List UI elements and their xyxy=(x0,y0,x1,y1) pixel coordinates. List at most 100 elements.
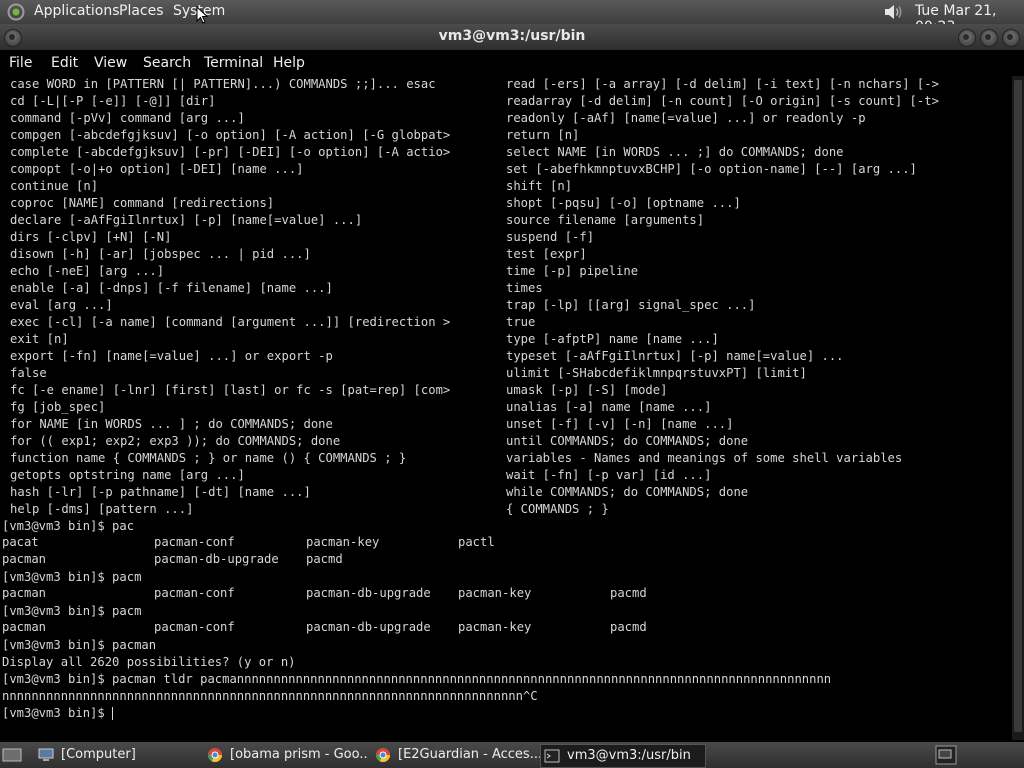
wrapped-line: nnnnnnnnnnnnnnnnnnnnnnnnnnnnnnnnnnnnnnnn… xyxy=(2,689,538,703)
completion-item: pacmd xyxy=(610,620,647,634)
completion-row: pacman pacman-conf pacman-db-upgrade pac… xyxy=(2,620,1010,637)
help-entry: test [expr] xyxy=(506,247,587,261)
prompt-line: [vm3@vm3 bin]$ pac xyxy=(2,519,135,533)
menu-applications[interactable]: Applications xyxy=(34,3,120,19)
help-entry: export [-fn] [name[=value] ...] or expor… xyxy=(10,349,333,363)
completion-item: pacmd xyxy=(306,552,343,566)
help-entry: dirs [-clpv] [+N] [-N] xyxy=(10,230,172,244)
help-entry: for (( exp1; exp2; exp3 )); do COMMANDS;… xyxy=(10,434,341,448)
completion-question: Display all 2620 possibilities? (y or n) xyxy=(2,655,296,669)
completion-row: pacman pacman-conf pacman-db-upgrade pac… xyxy=(2,586,1010,603)
help-entry: typeset [-aAfFgiIlnrtux] [-p] name[=valu… xyxy=(506,349,844,363)
help-entry: unalias [-a] name [name ...] xyxy=(506,400,712,414)
menu-places[interactable]: Places xyxy=(119,3,164,19)
help-entry: set [-abefhkmnptuvxBCHP] [-o option-name… xyxy=(506,162,917,176)
help-entry: shift [n] xyxy=(506,179,573,193)
menu-search[interactable]: Search xyxy=(143,55,191,71)
help-entry: suspend [-f] xyxy=(506,230,595,244)
help-entry: false xyxy=(10,366,47,380)
completion-item: pacat xyxy=(2,535,39,549)
help-entry: fc [-e ename] [-lnr] [first] [last] or f… xyxy=(10,383,451,397)
completion-item: pacman xyxy=(2,552,47,566)
help-entry: umask [-p] [-S] [mode] xyxy=(506,383,668,397)
help-entry: variables - Names and meanings of some s… xyxy=(506,451,903,465)
task-terminal[interactable]: vm3@vm3:/usr/bin xyxy=(540,744,706,768)
help-entry: readonly [-aAf] [name[=value] ...] or re… xyxy=(506,111,866,125)
scrollbar-thumb[interactable] xyxy=(1014,80,1022,732)
computer-icon xyxy=(38,748,54,761)
task-chrome-obama[interactable]: [obama prism - Goo... xyxy=(207,744,367,766)
completion-item: pactl xyxy=(458,535,495,549)
maximize-button[interactable] xyxy=(980,29,998,47)
minimize-button[interactable] xyxy=(958,29,976,47)
task-computer[interactable]: [Computer] xyxy=(38,744,188,766)
bottom-taskbar: [Computer] [obama prism - Goo... [E2Guar… xyxy=(0,742,1024,768)
window-title: vm3@vm3:/usr/bin xyxy=(438,28,586,44)
prompt-line: [vm3@vm3 bin]$ pacman xyxy=(2,638,157,652)
completion-item: pacman-conf xyxy=(154,535,235,549)
help-entry: readarray [-d delim] [-n count] [-O orig… xyxy=(506,94,939,108)
help-entry: case WORD in [PATTERN [| PATTERN]...) CO… xyxy=(10,77,436,91)
help-entry: wait [-fn] [-p var] [id ...] xyxy=(506,468,712,482)
help-entry: enable [-a] [-dnps] [-f filename] [name … xyxy=(10,281,333,295)
completion-item: pacman-conf xyxy=(154,586,235,600)
help-entry: exec [-cl] [-a name] [command [argument … xyxy=(10,315,451,329)
prompt-line: [vm3@vm3 bin]$ pacm xyxy=(2,604,142,618)
help-entry: return [n] xyxy=(506,128,580,142)
task-label: [Computer] xyxy=(61,747,136,762)
menu-file[interactable]: File xyxy=(9,55,32,71)
completion-item: pacman-key xyxy=(458,620,532,634)
completion-item: pacman-key xyxy=(458,586,532,600)
help-entry: command [-pVv] command [arg ...] xyxy=(10,111,245,125)
help-entry: shopt [-pqsu] [-o] [optname ...] xyxy=(506,196,741,210)
menu-view[interactable]: View xyxy=(94,55,127,71)
close-button[interactable] xyxy=(1002,29,1020,47)
help-entry: eval [arg ...] xyxy=(10,298,113,312)
help-entry: unset [-f] [-v] [-n] [name ...] xyxy=(506,417,734,431)
task-chrome-e2guardian[interactable]: [E2Guardian - Acces... xyxy=(375,744,540,766)
menu-terminal[interactable]: Terminal xyxy=(204,55,263,71)
window-titlebar[interactable]: vm3@vm3:/usr/bin xyxy=(0,24,1024,50)
workspace-switcher-icon[interactable] xyxy=(935,745,957,765)
help-entry: disown [-h] [-ar] [jobspec ... | pid ...… xyxy=(10,247,311,261)
menu-edit[interactable]: Edit xyxy=(51,55,78,71)
help-entry: until COMMANDS; do COMMANDS; done xyxy=(506,434,749,448)
help-entry: select NAME [in WORDS ... ;] do COMMANDS… xyxy=(506,145,844,159)
help-entry: source filename [arguments] xyxy=(506,213,705,227)
task-label: [E2Guardian - Acces... xyxy=(398,747,540,762)
completion-item: pacman xyxy=(2,586,47,600)
prompt-line: [vm3@vm3 bin]$ pacman tldr pacmannnnnnnn… xyxy=(2,672,832,686)
help-entry: getopts optstring name [arg ...] xyxy=(10,468,245,482)
completion-item: pacman-key xyxy=(306,535,380,549)
mouse-cursor-icon xyxy=(196,6,208,24)
volume-icon[interactable] xyxy=(882,2,904,22)
terminal-output[interactable]: case WORD in [PATTERN [| PATTERN]...) CO… xyxy=(0,76,1012,740)
chrome-icon xyxy=(207,748,223,763)
help-entry: echo [-neE] [arg ...] xyxy=(10,264,165,278)
completion-row: pacat pacman-conf pacman-key pactl xyxy=(2,535,1010,552)
completion-item: pacman-db-upgrade xyxy=(306,586,431,600)
help-entry: type [-afptP] name [name ...] xyxy=(506,332,719,346)
text-cursor xyxy=(112,707,114,720)
menu-bar: File Edit View Search Terminal Help xyxy=(0,50,1024,76)
help-entry: complete [-abcdefgjksuv] [-pr] [-DEI] [-… xyxy=(10,145,451,159)
task-label: vm3@vm3:/usr/bin xyxy=(567,748,691,763)
prompt-text: [vm3@vm3 bin]$ xyxy=(2,706,113,720)
help-entry: function name { COMMANDS ; } or name () … xyxy=(10,451,407,465)
completion-item: pacman-db-upgrade xyxy=(306,620,431,634)
completion-item: pacman-conf xyxy=(154,620,235,634)
current-prompt[interactable]: [vm3@vm3 bin]$ xyxy=(2,705,1010,722)
help-entry: coproc [NAME] command [redirections] xyxy=(10,196,275,210)
help-entry: fg [job_spec] xyxy=(10,400,106,414)
show-desktop-icon[interactable] xyxy=(2,746,22,764)
completion-row: pacman pacman-db-upgrade pacmd xyxy=(2,552,1010,569)
terminal-scrollbar[interactable] xyxy=(1012,76,1024,740)
menu-help[interactable]: Help xyxy=(273,55,305,71)
top-panel: Applications Places System Tue Mar 21, 0… xyxy=(0,0,1024,35)
help-entry: continue [n] xyxy=(10,179,99,193)
help-entry: for NAME [in WORDS ... ] ; do COMMANDS; … xyxy=(10,417,333,431)
prompt-line: [vm3@vm3 bin]$ pacm xyxy=(2,570,142,584)
help-entry: times xyxy=(506,281,543,295)
task-label: [obama prism - Goo... xyxy=(230,747,367,762)
gnome-foot-icon[interactable] xyxy=(7,3,25,21)
